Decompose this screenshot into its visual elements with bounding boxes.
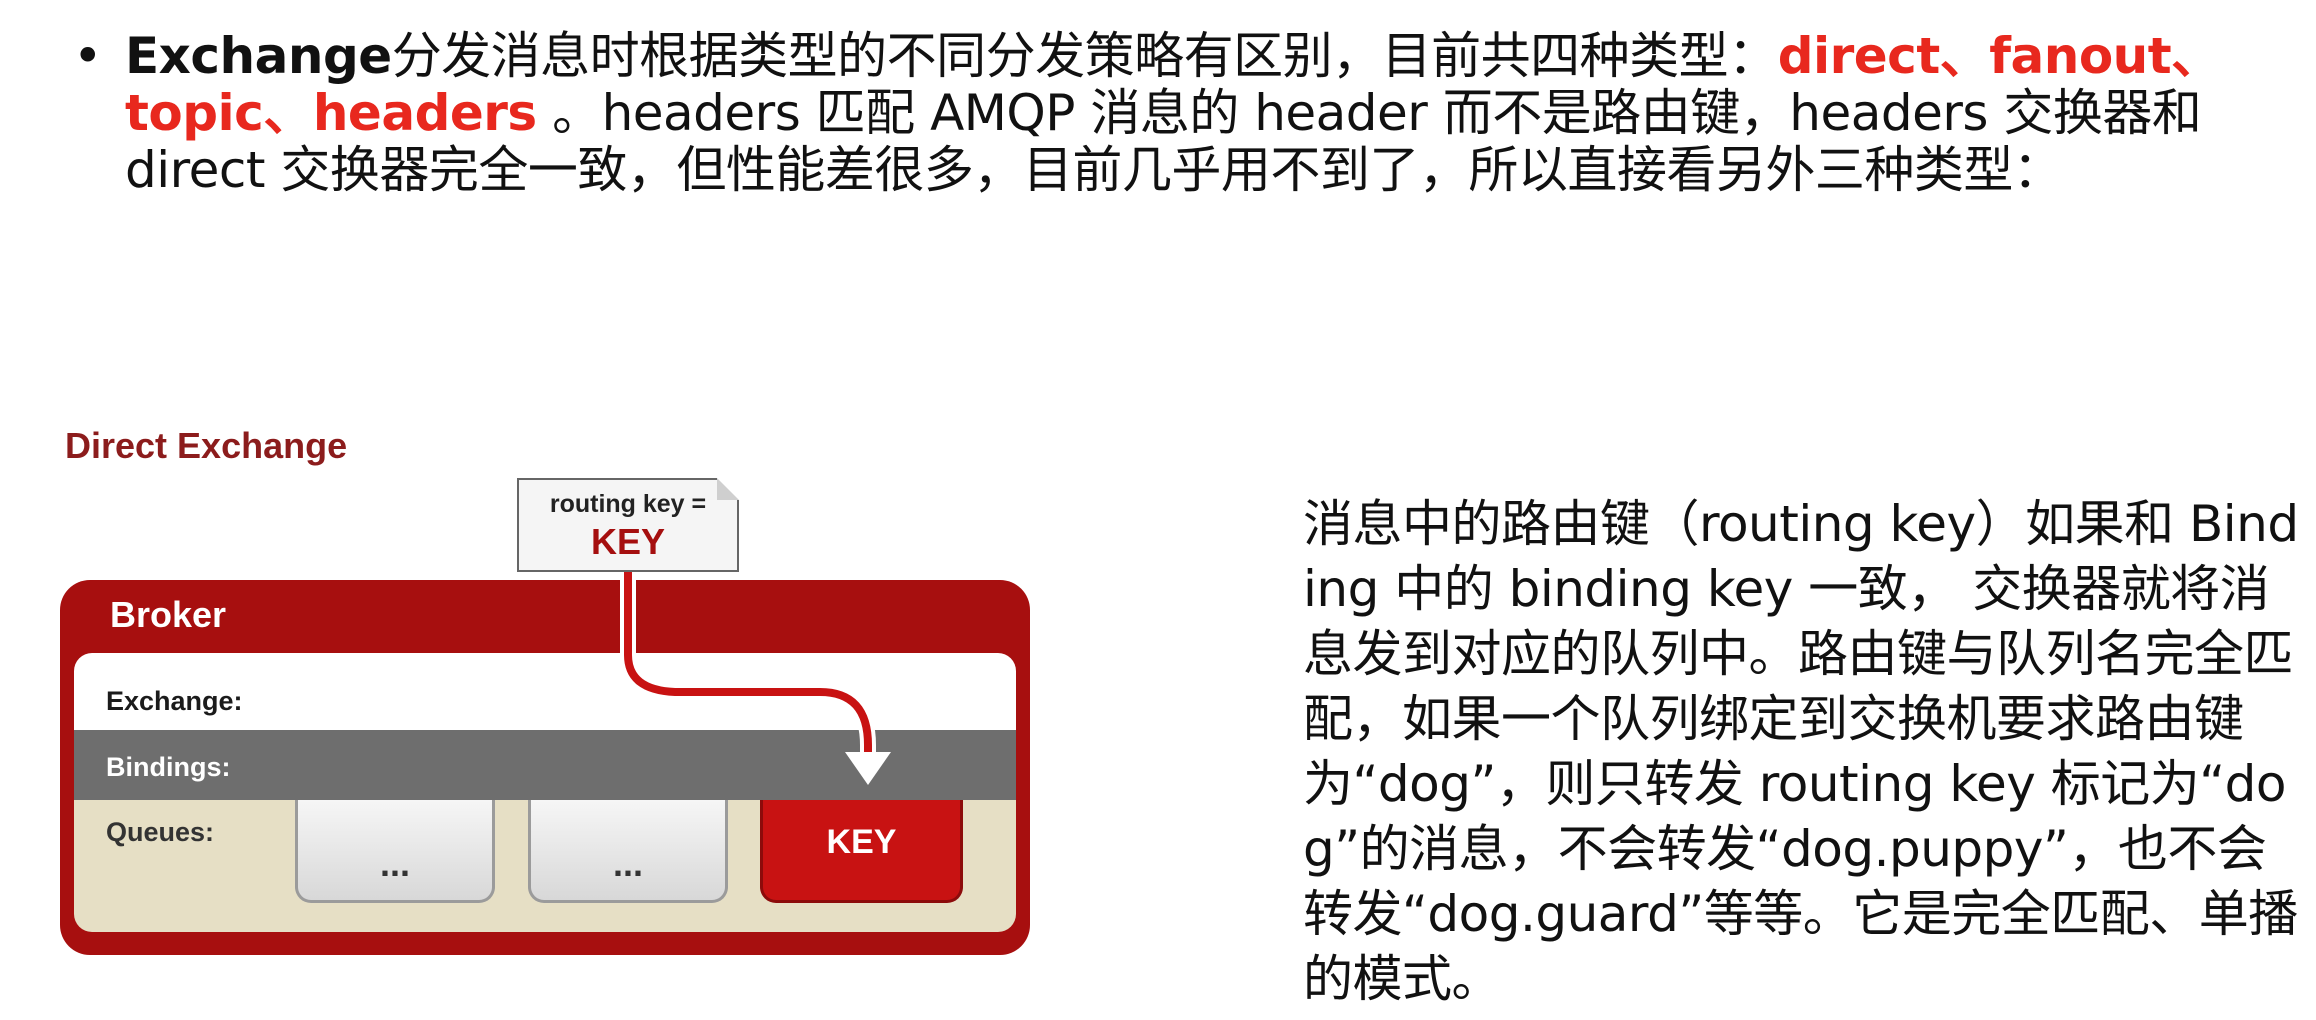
diagram-title: Direct Exchange [65,425,348,466]
bindings-row-label: Bindings: [106,752,231,782]
exchange-row-label: Exchange: [106,686,243,716]
broker-label: Broker [110,594,227,635]
routing-key-value: KEY [590,521,666,562]
queue-box-key: KEY [760,800,963,903]
bullet-paragraph: • Exchange分发消息时根据类型的不同分发策略有区别，目前共四种类型：di… [73,27,2275,199]
queue-box: ... [295,800,495,903]
message-box: routing key = KEY [517,478,739,572]
routing-key-label: routing key = [549,490,707,518]
queue-box: ... [528,800,728,903]
page-fold-icon [717,478,739,500]
broker-box: Broker Exchange: Bindings: Queues: ... .… [60,580,1030,955]
bullet-lead-text: 分发消息时根据类型的不同分发策略有区别，目前共四种类型： [391,27,1779,85]
bullet-dot: • [73,27,103,85]
bullet-keyword: Exchange [125,27,392,85]
queues-row-label: Queues: [106,817,215,847]
description-text: 消息中的路由键（routing key）如果和 Binding 中的 bindi… [1303,495,2299,1008]
